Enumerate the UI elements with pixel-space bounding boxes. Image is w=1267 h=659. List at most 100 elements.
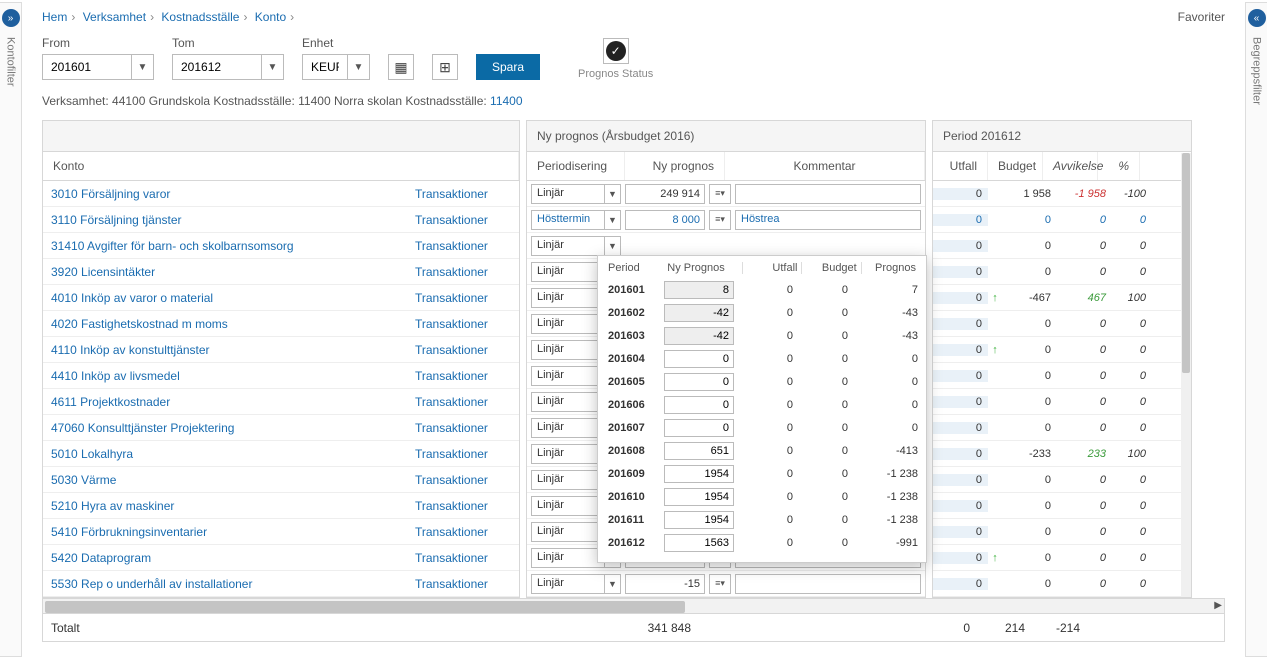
percent-cell: 0 [1112,240,1154,252]
transaktioner-link[interactable]: Transaktioner [415,421,488,435]
expand-detail-icon[interactable]: ≡▾ [709,184,731,204]
konto-link[interactable]: 4020 Fastighetskostnad m moms [51,317,228,331]
konto-link[interactable]: 4611 Projektkostnader [51,395,170,409]
konto-link[interactable]: 3920 Licensintäkter [51,265,155,279]
konto-link[interactable]: 47060 Konsulttjänster Projektering [51,421,234,435]
konto-link[interactable]: 4010 Inköp av varor o material [51,291,213,305]
ny-prognos-value[interactable]: 249 914 [625,184,705,204]
popup-row: 20160900-1 238 [604,462,920,485]
budget-cell: 0 [1002,344,1057,356]
grid-icon[interactable]: ▦ [388,54,414,80]
transaktioner-link[interactable]: Transaktioner [415,473,488,487]
breadcrumb-konto[interactable]: Konto [255,10,286,24]
konto-link[interactable]: 3110 Försäljning tjänster [51,213,182,227]
chevron-down-icon[interactable]: ▼ [604,575,620,593]
context-link[interactable]: 11400 [490,94,522,108]
transaktioner-link[interactable]: Transaktioner [415,395,488,409]
horizontal-scrollbar[interactable]: ▶ [42,598,1225,614]
begreppsfilter-label: Begreppsfilter [1251,37,1263,105]
popup-np-input[interactable] [664,327,734,345]
periodisering-select[interactable]: Linjär▼ [531,236,621,256]
popup-np-input[interactable] [664,396,734,414]
budget-cell: 0 [1002,240,1057,252]
transaktioner-link[interactable]: Transaktioner [415,551,488,565]
spara-button[interactable]: Spara [476,54,540,80]
transaktioner-link[interactable]: Transaktioner [415,343,488,357]
popup-np-input[interactable] [664,511,734,529]
popup-np-input[interactable] [664,373,734,391]
prognos-status-button[interactable]: ✓ [603,38,629,64]
breadcrumb-verksamhet[interactable]: Verksamhet [83,10,146,24]
konto-link[interactable]: 31410 Avgifter för barn- och skolbarnsom… [51,239,294,253]
kommentar-input[interactable] [735,574,921,594]
transaktioner-link[interactable]: Transaktioner [415,577,488,591]
popup-np-input[interactable] [664,350,734,368]
konto-link[interactable]: 5530 Rep o underhåll av installationer [51,577,252,591]
periodisering-select[interactable]: Hösttermin▼ [531,210,621,230]
popup-np-input[interactable] [664,442,734,460]
ny-prognos-value[interactable]: 8 000 [625,210,705,230]
transaktioner-link[interactable]: Transaktioner [415,187,488,201]
transaktioner-link[interactable]: Transaktioner [415,525,488,539]
konto-link[interactable]: 5030 Värme [51,473,116,487]
from-select[interactable]: ▼ [42,54,154,80]
transaktioner-link[interactable]: Transaktioner [415,317,488,331]
chevron-down-icon[interactable]: ▼ [261,55,283,79]
scrollbar-thumb[interactable] [45,601,685,613]
popup-np-input[interactable] [664,488,734,506]
total-row: Totalt 341 848 0 214 -214 [42,614,1225,642]
expand-left-icon[interactable]: » [2,9,20,27]
konto-link[interactable]: 5010 Lokalhyra [51,447,133,461]
konto-link[interactable]: 5410 Förbrukningsinventarier [51,525,207,539]
from-input[interactable] [43,55,131,79]
chevron-down-icon[interactable]: ▼ [131,55,153,79]
period-detail-popup: Period Ny Prognos Utfall Budget Prognos … [597,255,927,563]
periodisering-select[interactable]: Linjär▼ [531,574,621,594]
enhet-input[interactable] [303,55,347,79]
periodisering-select[interactable]: Linjär▼ [531,184,621,204]
konto-link[interactable]: 5420 Dataprogram [51,551,151,565]
transaktioner-link[interactable]: Transaktioner [415,265,488,279]
konto-link[interactable]: 3010 Försäljning varor [51,187,170,201]
breadcrumb-hem[interactable]: Hem [42,10,67,24]
transaktioner-link[interactable]: Transaktioner [415,447,488,461]
expand-detail-icon[interactable]: ≡▾ [709,574,731,594]
konto-link[interactable]: 4410 Inköp av livsmedel [51,369,180,383]
tom-label: Tom [172,36,284,50]
ny-prognos-value[interactable]: -15 [625,574,705,594]
chevron-down-icon[interactable]: ▼ [604,237,620,255]
transaktioner-link[interactable]: Transaktioner [415,291,488,305]
popup-np-input[interactable] [664,465,734,483]
avvikelse-cell: 0 [1057,240,1112,252]
transaktioner-link[interactable]: Transaktioner [415,499,488,513]
konto-link[interactable]: 5210 Hyra av maskiner [51,499,174,513]
scrollbar-thumb[interactable] [1182,153,1190,373]
popup-np-input[interactable] [664,534,734,552]
popup-np-input[interactable] [664,281,734,299]
popup-row: 201607000 [604,416,920,439]
kontofilter-sidebar[interactable]: » Kontofilter [0,2,22,657]
popup-np-input[interactable] [664,304,734,322]
konto-link[interactable]: 4110 Inköp av konstulttjänster [51,343,210,357]
transaktioner-link[interactable]: Transaktioner [415,213,488,227]
chevron-down-icon[interactable]: ▼ [604,211,620,229]
begreppsfilter-sidebar[interactable]: « Begreppsfilter [1245,2,1267,657]
vertical-scrollbar[interactable] [1181,153,1191,597]
export-excel-icon[interactable]: ⊞ [432,54,458,80]
transaktioner-link[interactable]: Transaktioner [415,369,488,383]
popup-np-input[interactable] [664,419,734,437]
expand-detail-icon[interactable]: ≡▾ [709,210,731,230]
chevron-down-icon[interactable]: ▼ [604,185,620,203]
tom-select[interactable]: ▼ [172,54,284,80]
breadcrumb: Hem› Verksamhet› Kostnadsställe› Konto› [42,10,298,24]
chevron-down-icon[interactable]: ▼ [347,55,369,79]
breadcrumb-kostnadsstalle[interactable]: Kostnadsställe [161,10,239,24]
kommentar-input[interactable] [735,184,921,204]
kommentar-input[interactable]: Höstrea [735,210,921,230]
enhet-select[interactable]: ▼ [302,54,370,80]
scroll-right-icon[interactable]: ▶ [1214,600,1222,611]
favoriter-link[interactable]: Favoriter [1178,10,1225,24]
transaktioner-link[interactable]: Transaktioner [415,239,488,253]
tom-input[interactable] [173,55,261,79]
expand-right-icon[interactable]: « [1248,9,1266,27]
